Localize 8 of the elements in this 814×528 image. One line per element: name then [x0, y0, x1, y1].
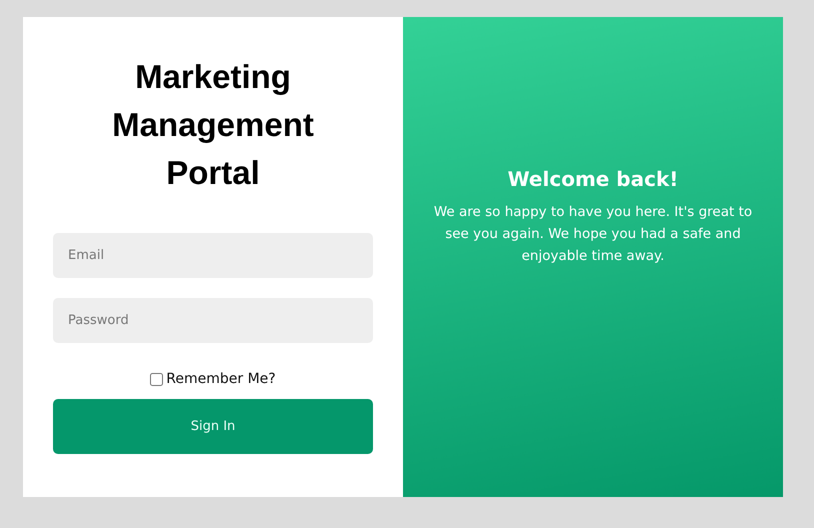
welcome-message: We are so happy to have you here. It's great to see you again. We hope you had a safe and enjoyable time away.: [432, 203, 754, 266]
remember-label: Remember Me?: [166, 371, 276, 387]
welcome-heading: Welcome back!: [508, 167, 678, 191]
portal-title: Marketing Management Portal: [111, 57, 315, 193]
input-field[interactable]: Password: [53, 298, 373, 343]
sign-in-button[interactable]: Sign In: [53, 399, 373, 454]
input-field[interactable]: Email: [53, 233, 373, 278]
remember-checkbox[interactable]: [150, 372, 164, 386]
